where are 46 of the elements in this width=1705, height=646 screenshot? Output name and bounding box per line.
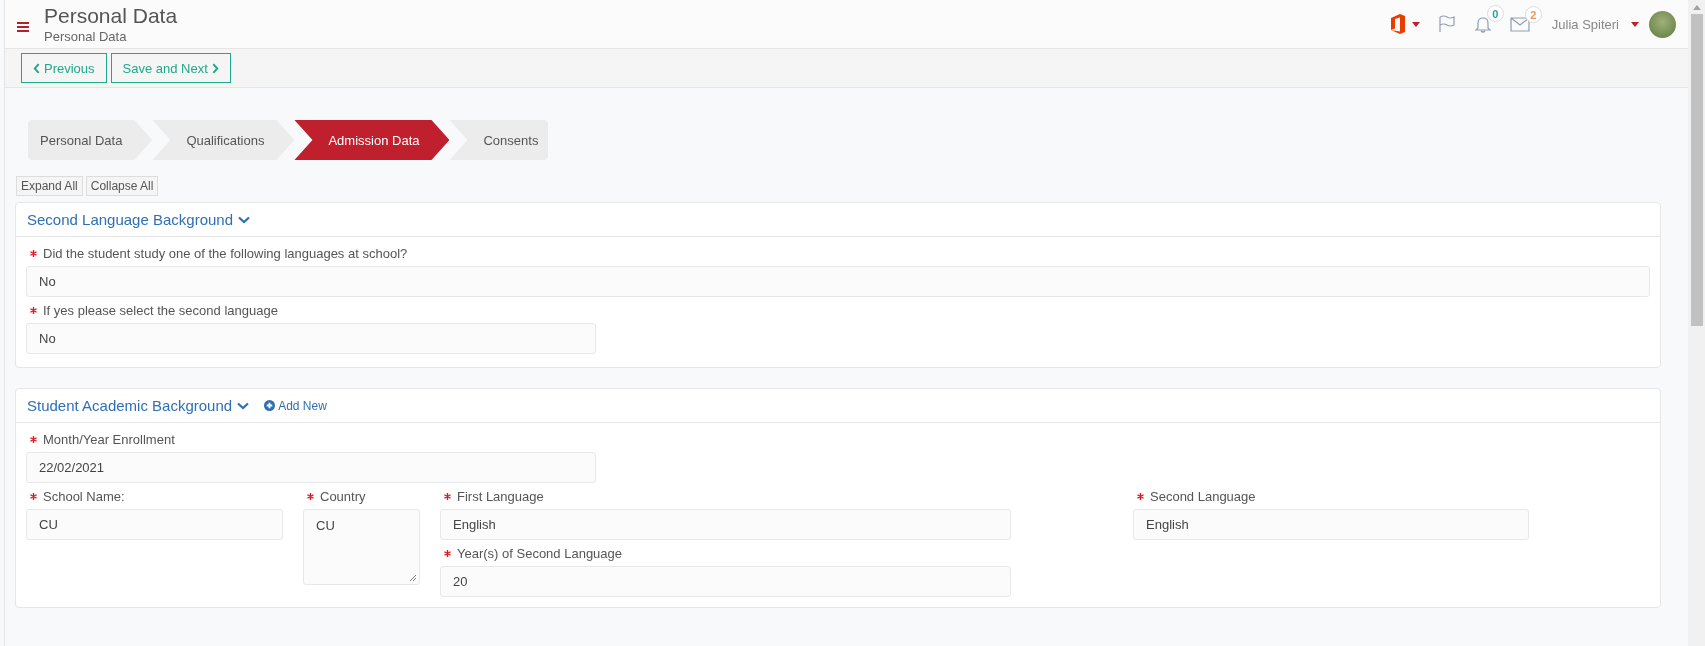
input-field[interactable]: CU [26, 509, 283, 540]
caret-icon[interactable] [1631, 21, 1639, 27]
bell-icon[interactable] [1473, 15, 1492, 33]
page-subtitle: Personal Data [44, 28, 128, 45]
toggle-sections-button[interactable]: Expand All [16, 176, 83, 196]
input-field[interactable]: 22/02/2021 [26, 452, 596, 483]
field-label: School Name: [43, 488, 125, 504]
plus-circle-icon [264, 400, 276, 411]
flag-icon[interactable] [1437, 15, 1456, 33]
scrollbar-thumb[interactable] [1690, 14, 1703, 326]
chevron-down-icon[interactable] [238, 215, 250, 224]
section-title[interactable]: Student Academic Background [27, 397, 233, 414]
menu-icon[interactable] [17, 22, 29, 32]
field-label: Country [320, 488, 366, 504]
field-label: First Language [457, 488, 544, 504]
section-title[interactable]: Second Language Background [27, 211, 233, 228]
input-field[interactable]: 20 [440, 566, 1011, 597]
field-label: Second Language [1150, 488, 1256, 504]
page-title: Personal Data [44, 3, 178, 28]
chevron-right-icon [211, 62, 219, 74]
select-field[interactable]: No [26, 323, 596, 354]
wizard-step[interactable]: Qualifications [152, 120, 295, 160]
chevron-left-icon [33, 62, 40, 74]
wizard-step[interactable]: Personal Data [28, 120, 153, 160]
scroll-up-icon[interactable] [1692, 5, 1701, 10]
count-badge: 0 [1486, 5, 1504, 22]
wizard-step[interactable]: Admission Data [294, 120, 450, 160]
select-field[interactable]: No [26, 266, 1650, 297]
field-label: Did the student study one of the following languages at school? [43, 245, 408, 261]
envelope-icon[interactable] [1509, 16, 1530, 32]
wizard-step[interactable]: Consents [449, 120, 549, 160]
select-field[interactable]: English [440, 509, 1011, 540]
caret-icon[interactable] [1411, 21, 1420, 27]
count-badge: 2 [1524, 6, 1542, 23]
resize-grip-icon [409, 574, 417, 582]
avatar[interactable] [1649, 10, 1676, 38]
user-name[interactable]: Julia Spiteri [1551, 16, 1619, 32]
select-field[interactable]: English [1133, 509, 1529, 540]
field-label: Month/Year Enrollment [43, 431, 175, 447]
field-label: If yes please select the second language [43, 302, 278, 318]
textarea-field[interactable]: CU [303, 509, 420, 585]
chevron-down-icon[interactable] [237, 401, 250, 410]
add-new-link[interactable]: Add New [264, 398, 327, 413]
toggle-sections-button[interactable]: Collapse All [85, 176, 159, 196]
field-label: Year(s) of Second Language [457, 545, 623, 561]
office-icon[interactable] [1389, 14, 1406, 34]
